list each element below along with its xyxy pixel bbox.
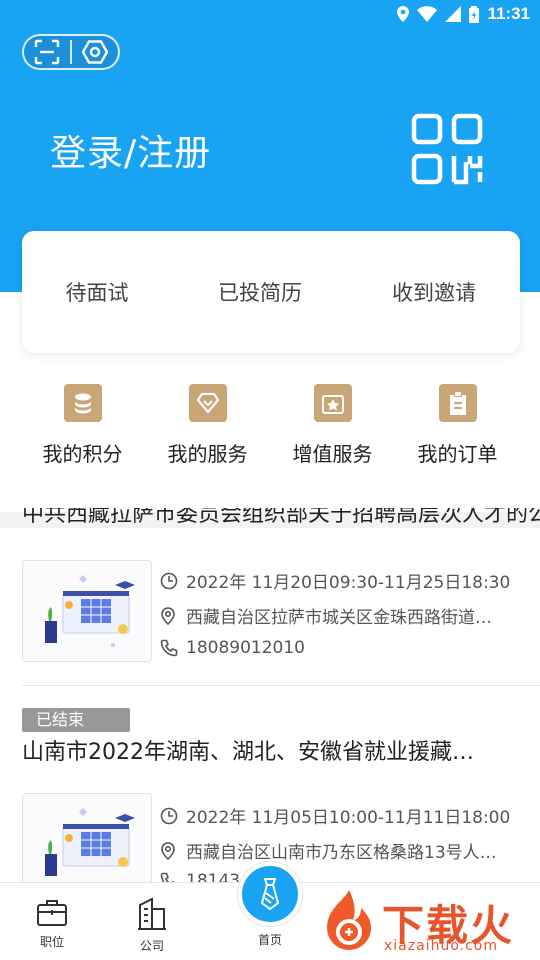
building-icon [138,897,166,930]
diamond-icon [188,384,227,422]
event-1-address-row: 西藏自治区拉萨市城关区金珠西路街道… [160,603,492,628]
menu-label-value-added: 增值服务 [292,442,373,466]
service-menu-grid: 我的积分 我的服务 增值服务 我的订单 [0,384,540,467]
application-stats-card: 待面试 已投简历 收到邀请 [22,231,520,353]
login-register-link[interactable]: 登录/注册 [50,124,211,176]
event-2-address-row: 西藏自治区山南市乃东区格桑路13号人… [160,838,497,863]
status-time: 11:31 [487,4,530,23]
event-2-thumbnail [22,793,152,883]
watermark-logo: 下载火 xiazaihuo.com [318,888,540,960]
qr-code-button[interactable] [410,112,484,186]
watermark-url: xiazaihuo.com [384,938,498,954]
clock-icon [160,807,178,824]
tab-label-home: 首页 [257,933,282,947]
coins-icon [63,384,102,422]
event-separator [22,685,540,686]
scan-button[interactable] [24,36,70,68]
tab-label-companies: 公司 [139,939,164,953]
briefcase-icon [37,900,67,926]
tab-label-jobs: 职位 [39,935,64,949]
header-action-pill [22,34,120,70]
resume-illustration-icon [45,808,135,876]
event-2-time-row: 2022年 11月05日10:00-11月11日18:00 [160,803,510,828]
menu-label-my-orders: 我的订单 [417,442,498,466]
menu-label-my-services: 我的服务 [167,442,248,466]
submitted-resumes-item[interactable]: 已投简历 [172,277,348,307]
event-2-time: 2022年 11月05日10:00-11月11日18:00 [186,808,511,828]
event-1-phone[interactable]: 18089012010 [186,638,305,658]
signal-icon [445,6,462,22]
event-2-address: 西藏自治区山南市乃东区格桑路13号人… [186,843,497,863]
event-1-phone-row: 18089012010 [160,638,305,658]
event-1-title-clipped[interactable]: 中共西藏拉萨市委员会组织部关于招聘高层次人才的公告 [0,508,540,528]
event-1-time-row: 2022年 11月20日09:30-11月25日18:30 [160,568,510,593]
menu-label-points: 我的积分 [42,442,123,466]
star-icon [313,384,352,422]
pending-interview-item[interactable]: 待面试 [22,277,172,307]
status-bar: 11:31 [0,0,540,28]
event-1-address: 西藏自治区拉萨市城关区金珠西路街道… [186,608,492,628]
wifi-icon [417,6,438,22]
scan-icon [34,39,60,65]
battery-icon [469,5,480,23]
resume-illustration-icon [45,575,135,647]
menu-item-my-services[interactable]: 我的服务 [145,384,270,467]
location-icon [397,6,410,22]
clipboard-icon [438,384,477,422]
tab-companies[interactable]: 公司 [122,897,182,954]
received-invitations-item[interactable]: 收到邀请 [348,277,520,307]
settings-icon [81,40,108,64]
menu-item-points[interactable]: 我的积分 [20,384,145,467]
location-pin-icon [161,841,175,860]
settings-button[interactable] [72,36,118,68]
clock-icon [160,572,178,589]
event-2-title[interactable]: 山南市2022年湖南、湖北、安徽省就业援藏… [22,734,502,766]
qr-code-icon [411,113,483,185]
phone-icon [160,639,178,657]
flame-logo-icon [327,890,371,950]
event-card-1[interactable]: 2022年 11月20日09:30-11月25日18:30 西藏自治区拉萨市城关… [22,560,540,670]
location-pin-icon [161,606,175,625]
tab-jobs[interactable]: 职位 [22,897,82,950]
menu-item-my-orders[interactable]: 我的订单 [395,384,520,467]
tab-home[interactable] [238,862,302,926]
event-1-time: 2022年 11月20日09:30-11月25日18:30 [186,573,511,593]
event-1-thumbnail [22,560,152,662]
event-2-status-badge: 已结束 [22,708,130,732]
tie-icon [260,878,280,911]
menu-item-value-added[interactable]: 增值服务 [270,384,395,467]
